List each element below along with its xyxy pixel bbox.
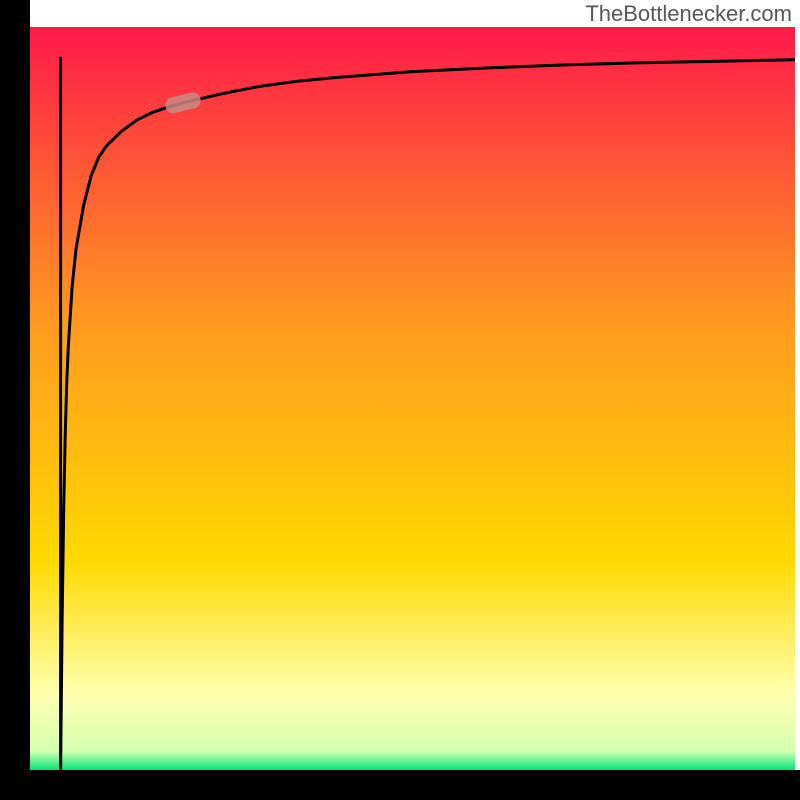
bottleneck-chart	[0, 0, 800, 800]
x-axis	[0, 770, 800, 800]
y-axis	[0, 0, 30, 800]
attribution-text: TheBottlenecker.com	[585, 1, 792, 27]
plot-background-gradient	[30, 27, 795, 770]
